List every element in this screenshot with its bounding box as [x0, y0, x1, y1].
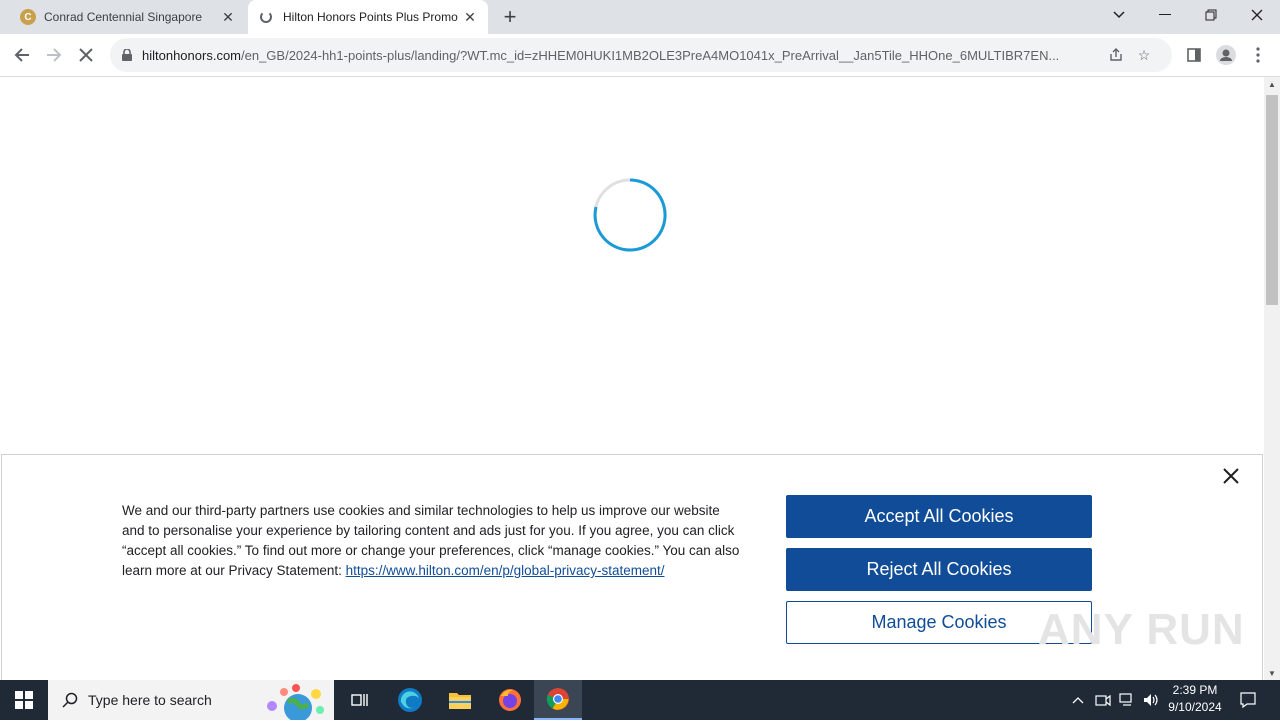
task-view-icon[interactable]	[336, 680, 384, 720]
back-button[interactable]	[8, 41, 36, 69]
new-tab-button[interactable]: +	[498, 4, 522, 29]
conrad-favicon-icon: C	[20, 9, 36, 25]
close-icon[interactable]	[1218, 463, 1244, 489]
search-icon	[62, 692, 78, 708]
bookmark-star-icon[interactable]: ☆	[1130, 41, 1158, 69]
windows-logo-icon	[15, 691, 33, 709]
tab-hilton[interactable]: Hilton Honors Points Plus Promo ✕	[248, 0, 488, 34]
close-tab-icon[interactable]: ✕	[218, 7, 238, 27]
clock-time: 2:39 PM	[1172, 683, 1218, 697]
tab-search-icon[interactable]	[1096, 0, 1142, 30]
file-explorer-icon[interactable]	[436, 680, 484, 720]
edge-browser-icon[interactable]	[386, 680, 434, 720]
address-bar[interactable]: hiltonhonors.com/en_GB/2024-hh1-points-p…	[110, 38, 1172, 72]
scroll-up-arrow-icon[interactable]: ▲	[1264, 77, 1280, 91]
chrome-icon[interactable]	[534, 680, 582, 720]
taskbar-search-box[interactable]: Type here to search	[48, 680, 334, 723]
close-window-button[interactable]	[1234, 0, 1280, 30]
tab-title: Hilton Honors Points Plus Promo	[283, 10, 458, 24]
tab-title: Conrad Centennial Singapore	[44, 10, 203, 24]
restore-button[interactable]	[1188, 0, 1234, 30]
firefox-icon[interactable]	[486, 680, 534, 720]
close-tab-icon[interactable]: ✕	[460, 7, 480, 27]
forward-button[interactable]	[40, 41, 68, 69]
notifications-icon[interactable]	[1236, 680, 1260, 720]
side-panel-icon[interactable]	[1180, 41, 1208, 69]
url-host: hiltonhonors.com	[142, 47, 241, 63]
url-path: /en_GB/2024-hh1-points-plus/landing/?WT.…	[241, 47, 1060, 63]
network-icon[interactable]	[1116, 680, 1138, 720]
volume-icon[interactable]	[1140, 680, 1162, 720]
cookie-description: We and our third-party partners use cook…	[122, 501, 742, 581]
cookie-banner: We and our third-party partners use cook…	[1, 454, 1263, 680]
reject-all-cookies-button[interactable]: Reject All Cookies	[786, 548, 1092, 591]
search-highlight-globe-icon	[262, 682, 328, 723]
menu-kebab-icon[interactable]	[1244, 41, 1272, 69]
url-text[interactable]: hiltonhonors.com/en_GB/2024-hh1-points-p…	[142, 48, 1102, 63]
page-scrollbar[interactable]: ▲ ▼	[1264, 77, 1280, 680]
watermark: ANY RUN	[1038, 605, 1245, 654]
scrollbar-thumb[interactable]	[1266, 95, 1278, 305]
profile-avatar-icon[interactable]	[1212, 41, 1240, 69]
accept-all-cookies-button[interactable]: Accept All Cookies	[786, 495, 1092, 538]
loading-icon	[260, 11, 272, 23]
meet-now-icon[interactable]	[1092, 680, 1114, 720]
clock-date: 9/10/2024	[1168, 700, 1222, 714]
minimize-button[interactable]	[1142, 0, 1188, 30]
privacy-statement-link[interactable]: https://www.hilton.com/en/p/global-priva…	[346, 563, 665, 578]
search-placeholder: Type here to search	[88, 692, 212, 708]
show-hidden-icons-chevron-icon[interactable]	[1068, 680, 1088, 720]
scroll-down-arrow-icon[interactable]: ▼	[1264, 666, 1280, 680]
tab-strip: C Conrad Centennial Singapore ✕ Hilton H…	[0, 0, 1280, 34]
tab-conrad[interactable]: C Conrad Centennial Singapore ✕	[8, 0, 246, 34]
browser-toolbar: hiltonhonors.com/en_GB/2024-hh1-points-p…	[0, 34, 1280, 77]
stop-loading-button[interactable]	[72, 41, 100, 69]
windows-taskbar: Type here to search 2:39 PM 9/10/2024	[0, 680, 1280, 723]
lock-icon[interactable]	[120, 48, 134, 62]
start-button[interactable]	[0, 680, 48, 720]
taskbar-clock[interactable]: 2:39 PM 9/10/2024	[1160, 682, 1230, 716]
share-icon[interactable]	[1102, 41, 1130, 69]
loading-spinner-icon	[593, 178, 667, 252]
